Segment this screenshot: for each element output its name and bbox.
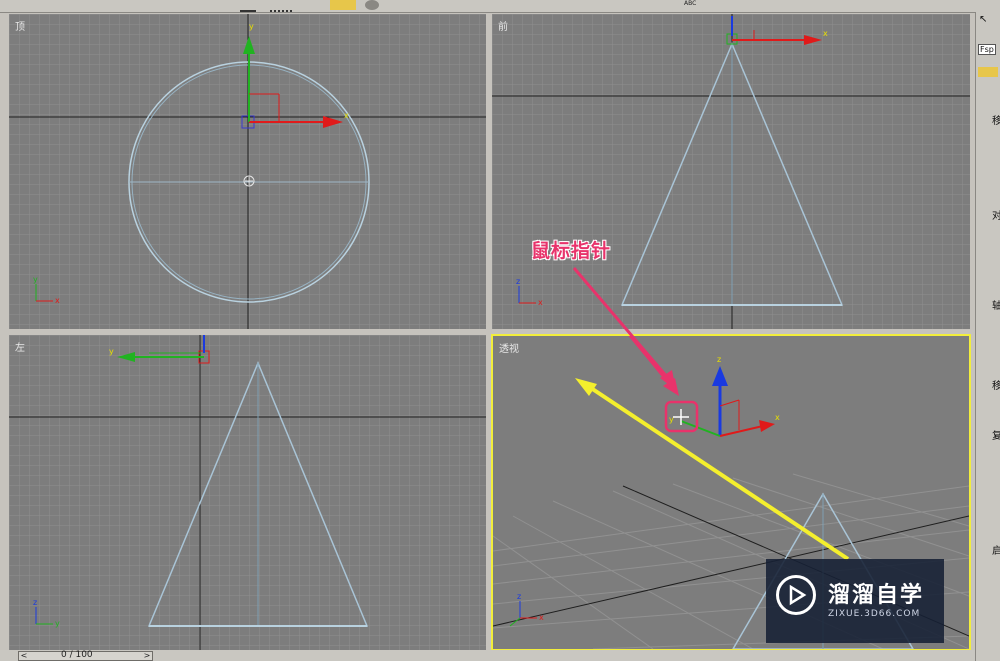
time-slider[interactable]: < 0 / 100 >: [18, 650, 153, 661]
cursor-arrow-icon[interactable]: ↖: [979, 14, 987, 25]
svg-text:x: x: [344, 111, 349, 120]
select-icon[interactable]: [330, 0, 356, 10]
rollout-char-2: 对: [992, 211, 1000, 222]
viewport-label-perspective[interactable]: 透视: [499, 340, 519, 355]
color-swatch[interactable]: [978, 67, 998, 77]
svg-text:z: z: [517, 592, 521, 601]
top-viewport-canvas: y x y x: [9, 14, 486, 329]
link-icon[interactable]: [240, 0, 256, 12]
viewport-front[interactable]: x z x 前: [492, 14, 970, 329]
viewport-top[interactable]: y x y x 顶: [9, 14, 486, 329]
play-logo-icon: [776, 575, 816, 615]
watermark-title: 溜溜自学: [828, 583, 925, 608]
svg-text:z: z: [33, 598, 37, 607]
rollout-char-3: 轴: [992, 301, 1000, 312]
svg-text:x: x: [55, 296, 60, 305]
main-toolbar: ABC: [0, 0, 1000, 13]
svg-text:y: y: [33, 275, 38, 284]
rollout-char-6: 启: [992, 546, 1000, 557]
viewport-label-left[interactable]: 左: [15, 339, 25, 354]
abc-text-icon[interactable]: ABC: [684, 0, 706, 10]
front-viewport-canvas: x z x: [492, 14, 970, 329]
svg-text:x: x: [538, 298, 543, 307]
command-panel: ↖ Fsp 移 对 轴 移 复 启: [975, 12, 1000, 661]
rollout-char-4: 移: [992, 381, 1000, 392]
selection-filter-icon[interactable]: [270, 0, 292, 12]
time-slider-value: 0 / 100: [61, 650, 93, 660]
svg-text:x: x: [775, 413, 780, 422]
mouse-pointer-callout: 鼠标指针: [531, 240, 612, 262]
svg-text:x: x: [823, 29, 828, 38]
rotate-tool-icon[interactable]: [365, 0, 379, 10]
svg-text:x: x: [539, 613, 544, 622]
name-field[interactable]: Fsp: [978, 44, 996, 55]
svg-text:y: y: [249, 22, 254, 31]
left-viewport-canvas: y z y: [9, 335, 486, 650]
viewport-label-top[interactable]: 顶: [15, 18, 25, 33]
time-prev-button[interactable]: <: [19, 652, 29, 660]
viewport-left[interactable]: y z y 左: [9, 335, 486, 650]
svg-text:y: y: [109, 347, 114, 356]
rollout-char-5: 复: [992, 431, 1000, 442]
rollout-char-1: 移: [992, 116, 1000, 127]
watermark-subtitle: ZIXUE.3D66.COM: [828, 609, 921, 619]
viewport-label-front[interactable]: 前: [498, 18, 508, 33]
svg-text:z: z: [516, 277, 520, 286]
time-next-button[interactable]: >: [142, 652, 152, 660]
svg-text:z: z: [717, 355, 721, 364]
watermark-logo: 溜溜自学 ZIXUE.3D66.COM: [766, 559, 944, 643]
svg-text:y: y: [55, 619, 60, 628]
